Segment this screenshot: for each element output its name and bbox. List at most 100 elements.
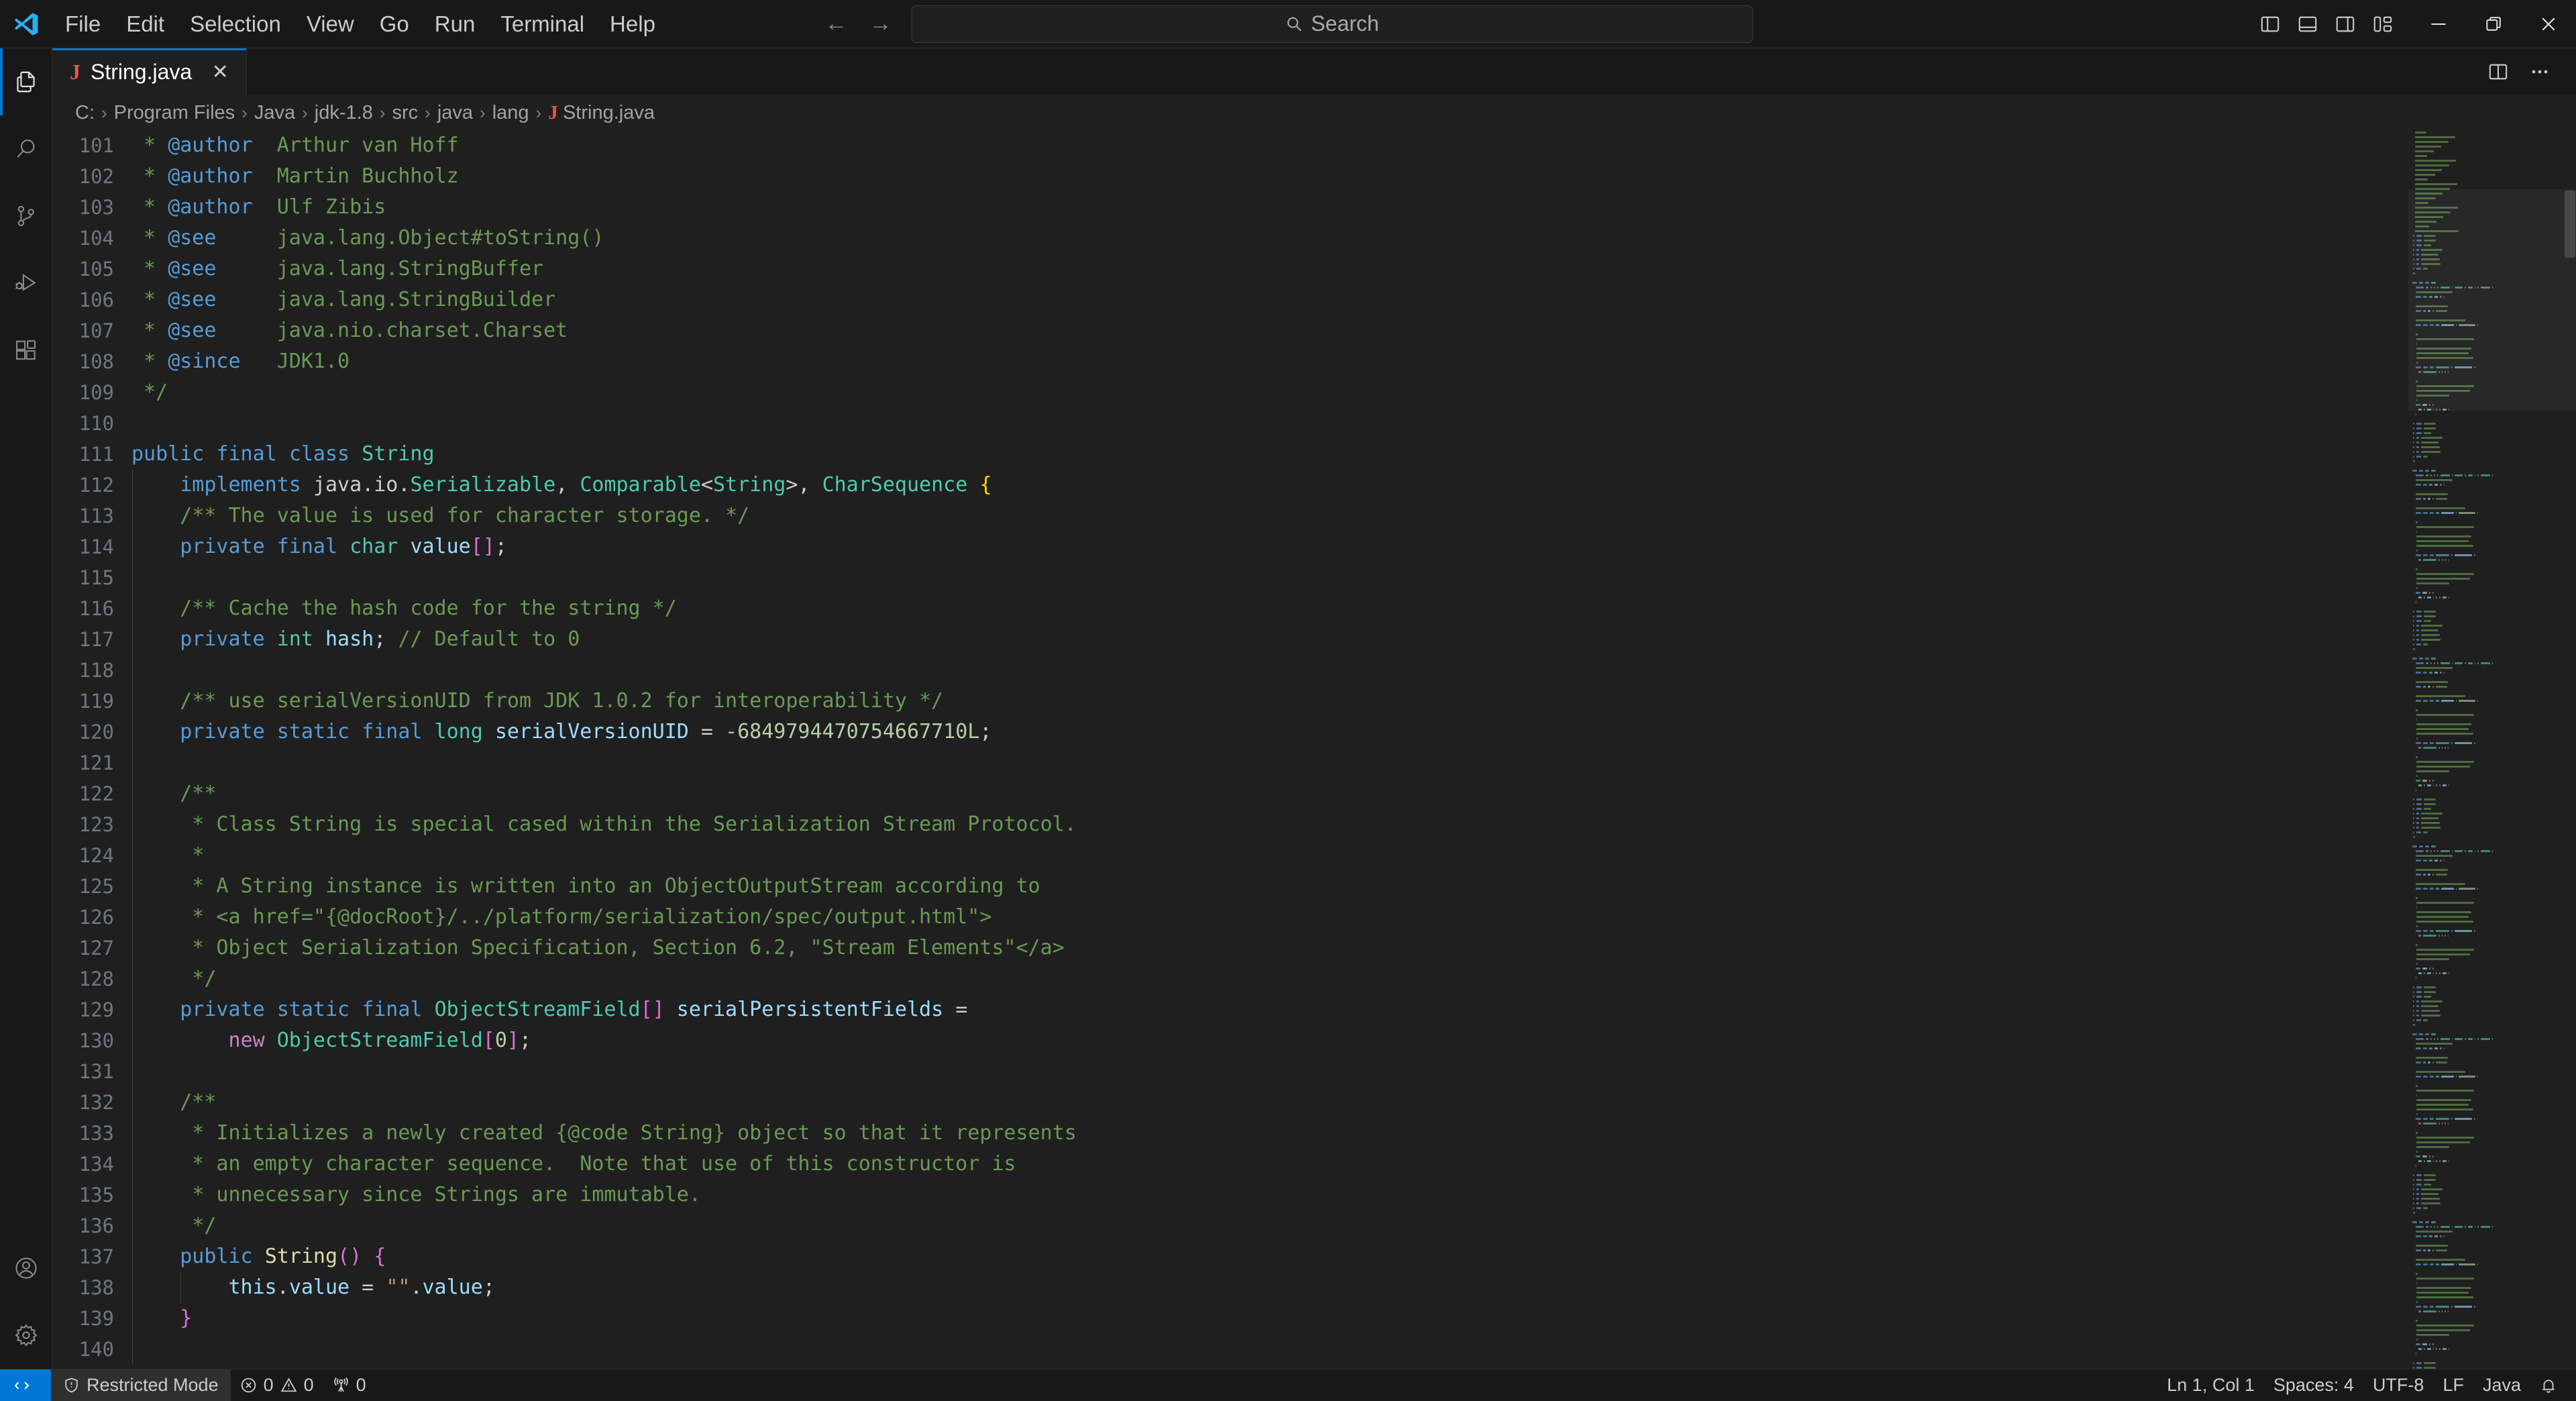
line-number[interactable]: 127 <box>52 933 114 964</box>
menu-item-selection[interactable]: Selection <box>177 7 294 42</box>
line-number[interactable]: 136 <box>52 1210 114 1241</box>
code-line[interactable]: * Class String is special cased within t… <box>131 809 2408 840</box>
line-number[interactable]: 106 <box>52 284 114 315</box>
code-line[interactable]: * @author Ulf Zibis <box>131 192 2408 223</box>
line-number[interactable]: 129 <box>52 994 114 1025</box>
line-number[interactable]: 109 <box>52 377 114 408</box>
editor-tab-string-java[interactable]: J String.java ✕ <box>52 48 248 95</box>
line-number[interactable]: 115 <box>52 562 114 593</box>
code-line[interactable]: */ <box>131 377 2408 408</box>
code-line[interactable]: * Object Serialization Specification, Se… <box>131 933 2408 964</box>
code-lines[interactable]: * @author Arthur van Hoff * @author Mart… <box>131 130 2408 1369</box>
line-number[interactable]: 137 <box>52 1241 114 1272</box>
code-line[interactable]: * @author Arthur van Hoff <box>131 130 2408 161</box>
status-bar-editor-eol[interactable]: LF <box>2433 1369 2473 1401</box>
breadcrumb-item-jdk-1-8[interactable]: jdk-1.8 <box>309 101 378 125</box>
toggle-secondary-sidebar-icon[interactable] <box>2326 0 2364 48</box>
breadcrumb-item-lang[interactable]: lang <box>487 101 535 125</box>
activity-bar-item-accounts[interactable] <box>0 1235 52 1302</box>
restore-window-icon[interactable] <box>2466 0 2521 48</box>
line-number[interactable]: 140 <box>52 1334 114 1365</box>
activity-bar-item-extensions[interactable] <box>0 317 52 384</box>
customize-layout-icon[interactable] <box>2364 0 2402 48</box>
code-scroll-region[interactable]: 101 102 103 104 105 106 107 108 109 110 111 112 113 1… <box>52 130 2408 1369</box>
toggle-panel-icon[interactable] <box>2289 0 2326 48</box>
line-number[interactable]: 128 <box>52 964 114 994</box>
editor-vertical-scrollbar[interactable] <box>2564 130 2576 1369</box>
line-number[interactable]: 121 <box>52 747 114 778</box>
status-bar-editor-indentation[interactable]: Spaces: 4 <box>2264 1369 2363 1401</box>
line-number[interactable]: 101 <box>52 130 114 161</box>
split-editor-icon[interactable] <box>2479 53 2517 91</box>
code-line[interactable]: /** <box>131 1087 2408 1118</box>
menu-item-terminal[interactable]: Terminal <box>488 7 597 42</box>
line-number[interactable]: 123 <box>52 809 114 840</box>
code-line[interactable]: */ <box>131 1210 2408 1241</box>
go-forward-icon[interactable]: → <box>867 11 894 37</box>
toggle-primary-sidebar-icon[interactable] <box>2251 0 2289 48</box>
code-line[interactable]: * @author Martin Buchholz <box>131 161 2408 192</box>
line-number[interactable]: 125 <box>52 871 114 902</box>
status-bar-editor-language[interactable]: Java <box>2473 1369 2530 1401</box>
code-line[interactable]: * an empty character sequence. Note that… <box>131 1149 2408 1180</box>
code-line[interactable]: implements java.io.Serializable, Compara… <box>131 470 2408 501</box>
line-number[interactable]: 134 <box>52 1149 114 1180</box>
breadcrumb-item-java[interactable]: Java <box>249 101 301 125</box>
line-number[interactable]: 108 <box>52 346 114 377</box>
line-number[interactable]: 131 <box>52 1056 114 1087</box>
code-line[interactable]: this.value = "".value; <box>131 1272 2408 1303</box>
code-line[interactable]: private int hash; // Default to 0 <box>131 624 2408 655</box>
code-line[interactable]: /** <box>131 778 2408 809</box>
status-bar-ports[interactable]: 0 <box>323 1369 376 1401</box>
status-bar-remote-indicator[interactable] <box>0 1369 51 1401</box>
activity-bar-item-search[interactable] <box>0 115 52 183</box>
line-number[interactable]: 126 <box>52 902 114 933</box>
code-line[interactable] <box>131 1334 2408 1365</box>
code-line[interactable]: * @see java.lang.StringBuffer <box>131 254 2408 284</box>
line-number[interactable]: 138 <box>52 1272 114 1303</box>
command-center-search[interactable]: Search <box>911 5 1754 43</box>
code-line[interactable]: public final class String <box>131 439 2408 470</box>
code-line[interactable]: * Initializes a newly created {@code Str… <box>131 1118 2408 1149</box>
close-tab-icon[interactable]: ✕ <box>209 60 231 84</box>
close-window-icon[interactable] <box>2521 0 2576 48</box>
code-line[interactable]: * @see java.nio.charset.Charset <box>131 315 2408 346</box>
line-number[interactable]: 113 <box>52 501 114 531</box>
go-back-icon[interactable]: ← <box>823 11 850 37</box>
activity-bar-item-run-and-debug[interactable] <box>0 250 52 317</box>
code-line[interactable]: * A String instance is written into an O… <box>131 871 2408 902</box>
code-line[interactable]: /** use serialVersionUID from JDK 1.0.2 … <box>131 686 2408 717</box>
breadcrumb-item-java[interactable]: java <box>432 101 478 125</box>
line-number[interactable]: 132 <box>52 1087 114 1118</box>
status-bar-editor-position[interactable]: Ln 1, Col 1 <box>2157 1369 2264 1401</box>
menu-item-help[interactable]: Help <box>597 7 668 42</box>
line-number[interactable]: 104 <box>52 223 114 254</box>
code-line[interactable]: * <a href="{@docRoot}/../platform/serial… <box>131 902 2408 933</box>
code-line[interactable] <box>131 747 2408 778</box>
code-line[interactable]: private static final ObjectStreamField[]… <box>131 994 2408 1025</box>
code-line[interactable]: new ObjectStreamField[0]; <box>131 1025 2408 1056</box>
code-line[interactable]: /** Cache the hash code for the string *… <box>131 593 2408 624</box>
status-bar-restricted-mode[interactable]: Restricted Mode <box>51 1369 231 1401</box>
line-number[interactable]: 114 <box>52 531 114 562</box>
line-number[interactable]: 112 <box>52 470 114 501</box>
line-number[interactable]: 103 <box>52 192 114 223</box>
code-line[interactable] <box>131 1056 2408 1087</box>
code-line[interactable]: * <box>131 840 2408 871</box>
activity-bar-item-settings[interactable] <box>0 1302 52 1369</box>
line-number[interactable]: 105 <box>52 254 114 284</box>
breadcrumb-item-string-java[interactable]: J String.java <box>543 101 660 125</box>
code-line[interactable]: /** The value is used for character stor… <box>131 501 2408 531</box>
activity-bar-item-source-control[interactable] <box>0 183 52 250</box>
menu-item-go[interactable]: Go <box>367 7 422 42</box>
scrollbar-thumb[interactable] <box>2565 191 2575 258</box>
code-line[interactable] <box>131 655 2408 686</box>
code-line[interactable]: public String() { <box>131 1241 2408 1272</box>
line-number[interactable]: 135 <box>52 1180 114 1210</box>
line-number[interactable]: 133 <box>52 1118 114 1149</box>
line-number[interactable]: 139 <box>52 1303 114 1334</box>
menu-item-run[interactable]: Run <box>422 7 488 42</box>
breadcrumb-item-c[interactable]: C: <box>70 101 100 125</box>
line-number[interactable]: 117 <box>52 624 114 655</box>
line-number[interactable]: 118 <box>52 655 114 686</box>
